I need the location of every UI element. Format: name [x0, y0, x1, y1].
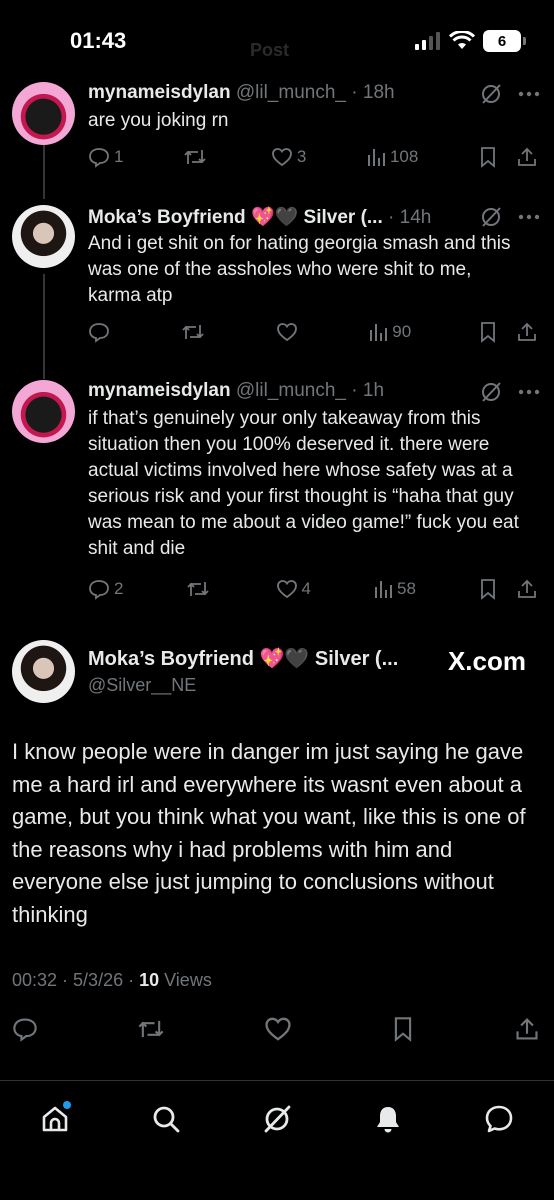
repost-button[interactable]: [183, 146, 211, 168]
views-button[interactable]: 58: [373, 579, 416, 599]
battery-icon: 6: [483, 30, 526, 52]
like-count: 3: [296, 147, 307, 166]
author-handle: @lil_munch_: [235, 82, 346, 103]
view-count: 90: [392, 322, 412, 341]
avatar[interactable]: [12, 82, 75, 145]
status-icons: 6: [415, 30, 526, 52]
like-count: 4: [301, 579, 311, 598]
share-icon[interactable]: [516, 321, 538, 343]
tweet-text: And i get shit on for hating georgia sma…: [88, 233, 511, 306]
like-button[interactable]: 4: [276, 579, 311, 599]
grok-icon[interactable]: [480, 206, 502, 228]
repost-button[interactable]: [186, 578, 214, 600]
nav-notifications[interactable]: [368, 1099, 408, 1139]
bottom-nav: [0, 1081, 554, 1200]
views-icon: [375, 581, 393, 598]
heart-icon: [276, 323, 297, 342]
like-button[interactable]: 3: [271, 147, 306, 167]
battery-level: 6: [483, 30, 521, 52]
watermark: X.com: [447, 646, 526, 676]
notifications-icon: [376, 1107, 399, 1133]
nav-messages[interactable]: [479, 1099, 519, 1139]
share-icon[interactable]: [516, 146, 538, 168]
view-count: 10: [139, 970, 160, 990]
reply-icon: [89, 580, 109, 600]
reply-button[interactable]: [88, 321, 114, 343]
repost-icon: [184, 150, 206, 164]
author-name[interactable]: mynameisdylan: [88, 380, 231, 401]
heart-icon: [276, 580, 297, 599]
wifi-icon: [449, 31, 475, 49]
messages-icon: [485, 1105, 512, 1133]
more-icon[interactable]: [518, 214, 540, 220]
views-button[interactable]: 108: [366, 147, 418, 167]
views-icon: [367, 149, 385, 166]
avatar[interactable]: [12, 380, 75, 443]
bookmark-icon[interactable]: [391, 1016, 415, 1042]
author-name[interactable]: Moka’s Boyfriend 💖🖤 Silver (...: [88, 207, 383, 228]
views-icon: [370, 324, 388, 341]
view-count: 58: [397, 579, 416, 598]
author-handle: @Silver__NE: [88, 675, 197, 695]
share-icon[interactable]: [514, 1016, 540, 1042]
repost-button[interactable]: [181, 321, 209, 343]
views-label: Views: [159, 970, 212, 990]
bookmark-icon[interactable]: [478, 146, 498, 168]
reply-count: 2: [114, 579, 124, 598]
status-bar: 01:43 Post 6: [0, 0, 554, 80]
reply-button[interactable]: 2: [88, 578, 123, 600]
thread-connector: [43, 274, 45, 379]
author-handle: @lil_munch_: [235, 380, 346, 401]
more-icon[interactable]: [518, 389, 540, 395]
search-icon: [153, 1106, 180, 1133]
timestamp: 00:32 · 5/3/26 ·: [12, 970, 140, 990]
signal-icon: [415, 32, 440, 50]
tweet-text: I know people were in danger im just say…: [12, 739, 526, 927]
status-time: 01:43: [70, 28, 127, 53]
thread-connector: [43, 144, 45, 199]
bookmark-icon[interactable]: [478, 321, 498, 343]
author-name[interactable]: mynameisdylan: [88, 82, 231, 103]
share-icon[interactable]: [516, 578, 538, 600]
grok-icon[interactable]: [480, 83, 502, 105]
reply-icon[interactable]: [12, 1016, 38, 1042]
repost-icon[interactable]: [137, 1016, 165, 1042]
post-time: 1h: [362, 380, 385, 401]
tweet-text: if that’s genuinely your only takeaway f…: [88, 408, 519, 559]
reply-icon: [89, 148, 109, 168]
nav-search[interactable]: [146, 1099, 186, 1139]
reply-button[interactable]: 1: [88, 146, 123, 168]
repost-icon: [186, 582, 209, 596]
grok-icon: [264, 1105, 291, 1133]
main-actions: [12, 1016, 540, 1042]
tweet-meta: 00:32 · 5/3/26 · 10 Views: [12, 970, 212, 991]
view-count: 108: [389, 147, 419, 166]
like-button[interactable]: [276, 322, 302, 342]
repost-icon: [182, 325, 204, 339]
tweet-text: are you joking rn: [88, 110, 229, 131]
heart-icon: [271, 148, 292, 167]
avatar[interactable]: [12, 205, 75, 268]
reply-count: 1: [114, 147, 124, 166]
nav-home[interactable]: [35, 1099, 75, 1139]
avatar[interactable]: [12, 640, 75, 703]
more-icon[interactable]: [518, 91, 540, 97]
author-name[interactable]: Moka’s Boyfriend 💖🖤 Silver (...: [88, 646, 398, 671]
heart-icon[interactable]: [264, 1016, 292, 1042]
faded-page-title: Post: [250, 40, 290, 60]
grok-icon[interactable]: [480, 381, 502, 403]
post-time: 18h: [362, 82, 395, 103]
bookmark-icon[interactable]: [478, 578, 498, 600]
post-time: 14h: [399, 207, 432, 228]
reply-icon: [89, 323, 109, 343]
views-button[interactable]: 90: [368, 322, 411, 342]
nav-grok[interactable]: [257, 1099, 297, 1139]
